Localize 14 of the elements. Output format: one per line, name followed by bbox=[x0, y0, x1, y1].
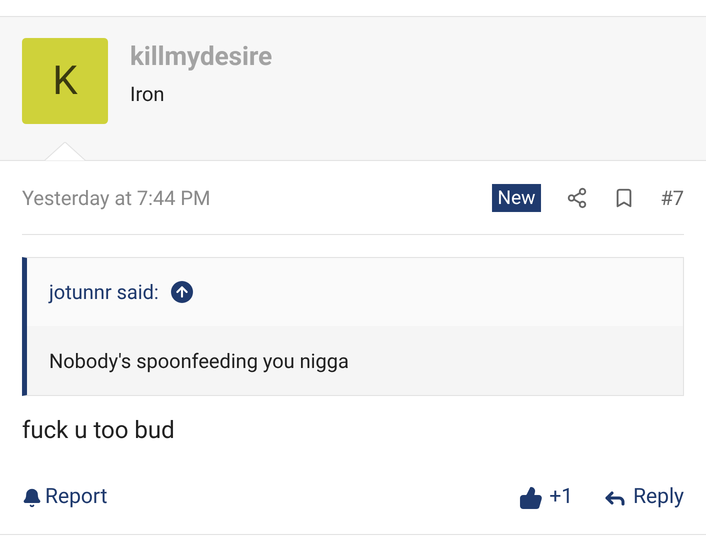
avatar[interactable]: K bbox=[22, 38, 108, 124]
message-text: fuck u too bud bbox=[22, 415, 176, 446]
bell-icon bbox=[22, 488, 42, 508]
user-title: Iron bbox=[130, 81, 166, 108]
reply-button[interactable]: Reply bbox=[603, 482, 684, 514]
share-icon[interactable] bbox=[566, 186, 588, 208]
post-number[interactable]: #7 bbox=[660, 182, 684, 212]
new-badge: New bbox=[492, 184, 542, 212]
report-link[interactable]: Report bbox=[22, 482, 108, 514]
arrow-up-icon[interactable] bbox=[170, 281, 193, 303]
quote-author[interactable]: jotunnr said: bbox=[49, 277, 159, 307]
like-button[interactable]: +1 bbox=[519, 482, 574, 514]
thumbs-up-icon bbox=[519, 486, 544, 510]
quote-text: Nobody's spoonfeeding you nigga bbox=[49, 348, 349, 374]
